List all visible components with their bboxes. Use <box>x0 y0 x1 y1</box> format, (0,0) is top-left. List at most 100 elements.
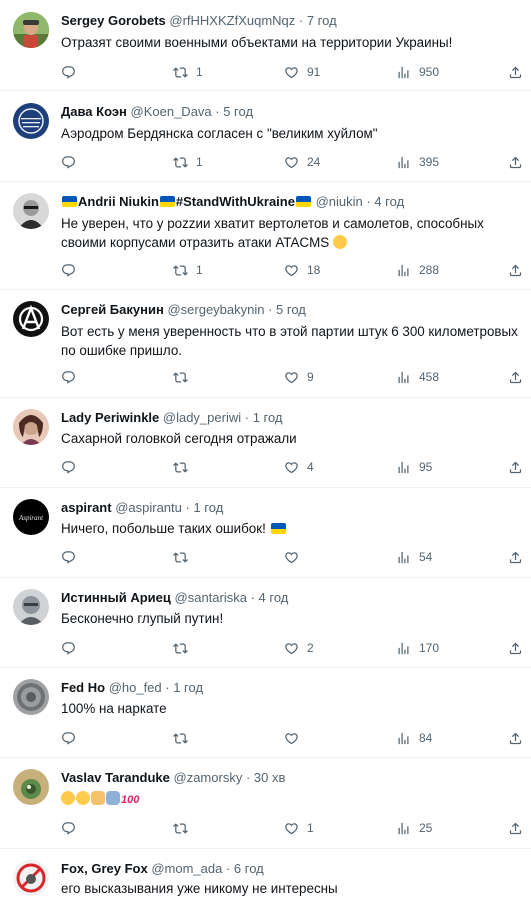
views-button[interactable]: 950 <box>396 63 439 81</box>
like-button[interactable]: 91 <box>284 63 320 81</box>
tweet-text: Аэродром Бердянска согласен с "великим х… <box>61 126 378 141</box>
reply-button[interactable] <box>61 368 76 386</box>
views-button[interactable]: 25 <box>396 819 432 837</box>
author-name[interactable]: Fed Ho <box>61 680 105 695</box>
reply-button[interactable] <box>61 548 76 566</box>
tweet-card[interactable]: Sergey Gorobets @rfHHXKZfXuqmNqz · 7 год… <box>0 0 531 91</box>
views-button[interactable]: 95 <box>396 458 432 476</box>
retweet-button[interactable] <box>173 819 188 837</box>
timestamp[interactable]: 5 год <box>223 104 253 119</box>
timestamp[interactable]: 4 год <box>374 194 404 209</box>
like-button[interactable]: 18 <box>284 261 320 279</box>
share-button[interactable] <box>508 458 523 476</box>
author-name[interactable]: Vaslav Taranduke <box>61 770 170 785</box>
avatar[interactable] <box>13 860 49 896</box>
share-button[interactable] <box>508 63 523 81</box>
retweet-button[interactable] <box>173 458 188 476</box>
author-handle[interactable]: @sergeybakynin <box>167 302 264 317</box>
tweet-header: Сергей Бакунин @sergeybakynin · 5 год <box>61 300 525 320</box>
author-handle[interactable]: @aspirantu <box>115 500 182 515</box>
retweet-button[interactable] <box>173 548 188 566</box>
avatar[interactable] <box>13 12 49 48</box>
author-name[interactable]: Истинный Ариец <box>61 590 171 605</box>
timestamp[interactable]: 1 год <box>173 680 203 695</box>
reply-button[interactable] <box>61 458 76 476</box>
timestamp[interactable]: 6 год <box>234 861 264 876</box>
like-count: 4 <box>307 460 314 474</box>
author-handle[interactable]: @rfHHXKZfXuqmNqz <box>169 13 295 28</box>
author-handle[interactable]: @santariska <box>175 590 247 605</box>
author-name-hashtag[interactable]: #StandWithUkraine <box>176 194 295 209</box>
tweet-card[interactable]: Aspirant aspirant @aspirantu · 1 год Нич… <box>0 488 531 578</box>
like-button[interactable]: 9 <box>284 368 314 386</box>
reply-button[interactable] <box>61 153 76 171</box>
tweet-card[interactable]: Fox, Grey Fox @mom_ada · 6 год его выска… <box>0 849 531 903</box>
timestamp[interactable]: 5 год <box>276 302 306 317</box>
like-button[interactable]: 1 <box>284 819 314 837</box>
reply-button[interactable] <box>61 819 76 837</box>
tweet-card[interactable]: Fed Ho @ho_fed · 1 год 100% на наркате 8… <box>0 668 531 758</box>
share-button[interactable] <box>508 368 523 386</box>
avatar[interactable]: Aspirant <box>13 499 49 535</box>
avatar[interactable] <box>13 409 49 445</box>
author-handle[interactable]: @Koen_Dava <box>131 104 212 119</box>
retweet-button[interactable]: 1 <box>173 153 203 171</box>
author-handle[interactable]: @zamorsky <box>174 770 243 785</box>
retweet-button[interactable]: 1 <box>173 261 203 279</box>
like-button[interactable]: 24 <box>284 153 320 171</box>
views-button[interactable]: 54 <box>396 548 432 566</box>
like-button[interactable] <box>284 548 299 566</box>
views-button[interactable]: 288 <box>396 261 439 279</box>
views-button[interactable]: 170 <box>396 639 439 657</box>
tweet-card[interactable]: Сергей Бакунин @sergeybakynin · 5 год Во… <box>0 290 531 398</box>
separator: · <box>222 861 234 876</box>
like-button[interactable]: 2 <box>284 639 314 657</box>
tweet-card[interactable]: Vaslav Taranduke @zamorsky · 30 хв 100 1… <box>0 758 531 849</box>
avatar[interactable] <box>13 769 49 805</box>
author-name[interactable]: Дава Коэн <box>61 104 127 119</box>
author-name[interactable]: Fox, Grey Fox <box>61 861 148 876</box>
timestamp[interactable]: 1 год <box>253 410 283 425</box>
views-button[interactable]: 395 <box>396 153 439 171</box>
share-button[interactable] <box>508 819 523 837</box>
tweet-card[interactable]: Andrii Niukin #StandWithUkraine @niukin ·… <box>0 182 531 290</box>
share-button[interactable] <box>508 153 523 171</box>
share-button[interactable] <box>508 729 523 747</box>
retweet-button[interactable] <box>173 368 188 386</box>
tweet-card[interactable]: Lady Periwinkle @lady_periwi · 1 год Сах… <box>0 398 531 488</box>
retweet-button[interactable]: 1 <box>173 63 203 81</box>
avatar[interactable] <box>13 679 49 715</box>
timestamp[interactable]: 30 хв <box>254 770 285 785</box>
avatar[interactable] <box>13 103 49 139</box>
author-name[interactable]: aspirant <box>61 500 112 515</box>
author-name[interactable]: Andrii Niukin <box>78 194 159 209</box>
author-name[interactable]: Lady Periwinkle <box>61 410 159 425</box>
author-handle[interactable]: @mom_ada <box>151 861 222 876</box>
avatar[interactable] <box>13 589 49 625</box>
like-button[interactable]: 4 <box>284 458 314 476</box>
author-handle[interactable]: @niukin <box>316 194 363 209</box>
views-button[interactable]: 84 <box>396 729 432 747</box>
avatar[interactable] <box>13 301 49 337</box>
reply-button[interactable] <box>61 261 76 279</box>
tweet-card[interactable]: Истинный Ариец @santariska · 4 год Беско… <box>0 578 531 668</box>
timestamp[interactable]: 7 год <box>307 13 337 28</box>
timestamp[interactable]: 4 год <box>259 590 289 605</box>
avatar[interactable] <box>13 193 49 229</box>
retweet-button[interactable] <box>173 639 188 657</box>
share-button[interactable] <box>508 548 523 566</box>
author-handle[interactable]: @lady_periwi <box>163 410 241 425</box>
tweet-card[interactable]: Дава Коэн @Koen_Dava · 5 год Аэродром Бе… <box>0 91 531 182</box>
reply-button[interactable] <box>61 729 76 747</box>
share-button[interactable] <box>508 639 523 657</box>
reply-button[interactable] <box>61 639 76 657</box>
author-handle[interactable]: @ho_fed <box>109 680 162 695</box>
share-button[interactable] <box>508 261 523 279</box>
timestamp[interactable]: 1 год <box>193 500 223 515</box>
retweet-button[interactable] <box>173 729 188 747</box>
like-button[interactable] <box>284 729 299 747</box>
views-button[interactable]: 458 <box>396 368 439 386</box>
reply-button[interactable] <box>61 63 76 81</box>
author-name[interactable]: Sergey Gorobets <box>61 13 166 28</box>
author-name[interactable]: Сергей Бакунин <box>61 302 164 317</box>
